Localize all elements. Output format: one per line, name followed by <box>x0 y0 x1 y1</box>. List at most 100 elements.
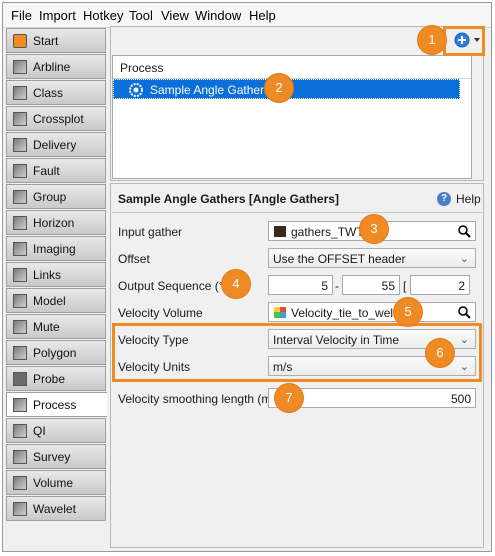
callout-6: 6 <box>426 339 454 367</box>
panel-title: Sample Angle Gathers [Angle Gathers] <box>118 192 339 206</box>
sidebar-item-label: Crossplot <box>33 112 84 126</box>
gathers-icon <box>274 226 286 237</box>
output-seq-start-field[interactable]: 5 <box>268 275 333 295</box>
sidebar-item-label: Probe <box>33 372 66 386</box>
callout-5: 5 <box>394 298 422 326</box>
callout-4: 4 <box>222 270 250 298</box>
output-seq-step-value: 2 <box>458 279 465 293</box>
sidebar-item-polygon[interactable]: Polygon <box>6 340 106 365</box>
sidebar-item-label: Wavelet <box>33 502 76 516</box>
output-seq-dash: - <box>335 279 339 293</box>
callout-1: 1 <box>418 26 446 54</box>
sidebar-item-survey[interactable]: Survey <box>6 444 106 469</box>
sidebar-item-model[interactable]: Model <box>6 288 106 313</box>
output-seq-end-field[interactable]: 55 <box>342 275 400 295</box>
menu-file[interactable]: File <box>11 8 32 23</box>
menu-tool[interactable]: Tool <box>129 8 153 23</box>
output-seq-end-value: 55 <box>381 279 395 293</box>
volume-cube-icon <box>274 307 286 318</box>
output-sequence-label: Output Sequence (°) <box>118 279 228 293</box>
sidebar-item-label: Survey <box>33 450 71 464</box>
volume-icon <box>13 476 27 490</box>
menu-import[interactable]: Import <box>39 8 76 23</box>
crossplot-icon <box>13 112 27 126</box>
process-list[interactable]: Process Sample Angle Gathers <box>112 55 472 179</box>
velocity-volume-value: Velocity_tie_to_wells <box>291 306 402 320</box>
highlight-add-button <box>443 26 485 56</box>
sidebar-item-label: Horizon <box>33 216 75 230</box>
sidebar-item-label: Links <box>33 268 62 282</box>
output-seq-step-field[interactable]: 2 <box>410 275 470 295</box>
fault-icon <box>13 164 27 178</box>
menu-view[interactable]: View <box>161 8 189 23</box>
group-icon <box>13 190 27 204</box>
sidebar-item-label: Delivery <box>33 138 77 152</box>
search-icon[interactable] <box>458 225 471 238</box>
output-seq-bracket: [ <box>403 279 407 293</box>
model-icon <box>13 294 27 308</box>
process-list-header: Process <box>113 56 471 79</box>
process-icon <box>13 398 27 412</box>
output-seq-start-value: 5 <box>321 279 328 293</box>
links-icon <box>13 268 27 282</box>
class-icon <box>13 86 27 100</box>
sidebar-item-label: Process <box>33 398 77 412</box>
velocity-volume-field[interactable]: Velocity_tie_to_wells <box>268 302 476 322</box>
qi-icon <box>13 424 27 438</box>
help-icon[interactable]: ? <box>437 192 451 206</box>
sidebar-item-wavelet[interactable]: Wavelet <box>6 496 106 521</box>
sidebar-item-label: Group <box>33 190 67 204</box>
callout-2: 2 <box>265 74 293 102</box>
sidebar-item-mute[interactable]: Mute <box>6 314 106 339</box>
callout-3: 3 <box>360 215 388 243</box>
sidebar-item-qi[interactable]: QI <box>6 418 106 443</box>
divider <box>112 212 482 213</box>
mute-icon <box>13 320 27 334</box>
gear-icon <box>129 83 143 97</box>
input-gather-label: Input gather <box>118 225 183 239</box>
sidebar-item-group[interactable]: Group <box>6 184 106 209</box>
menu-help[interactable]: Help <box>249 8 276 23</box>
sidebar-item-horizon[interactable]: Horizon <box>6 210 106 235</box>
sidebar-item-label: Imaging <box>33 242 76 256</box>
offset-select[interactable]: Use the OFFSET header ⌄ <box>268 248 476 268</box>
sidebar-item-start[interactable]: Start <box>6 28 106 53</box>
sidebar-item-links[interactable]: Links <box>6 262 106 287</box>
chevron-down-icon: ⌄ <box>459 253 469 265</box>
sidebar-item-label: Fault <box>33 164 60 178</box>
menu-hotkey[interactable]: Hotkey <box>83 8 123 23</box>
smoothing-value: 500 <box>450 392 471 406</box>
sidebar-item-fault[interactable]: Fault <box>6 158 106 183</box>
menu-window[interactable]: Window <box>195 8 241 23</box>
process-column-label: Process <box>120 61 164 75</box>
polygon-icon <box>13 346 27 360</box>
sidebar-item-arbline[interactable]: Arbline <box>6 54 106 79</box>
imaging-icon <box>13 242 27 256</box>
sidebar-item-class[interactable]: Class <box>6 80 106 105</box>
sidebar-item-label: Start <box>33 34 59 48</box>
arbline-icon <box>13 60 27 74</box>
velocity-volume-label: Velocity Volume <box>118 306 203 320</box>
sidebar-item-label: Arbline <box>33 60 71 74</box>
menu-bar: File Import Hotkey Tool View Window Help <box>3 3 491 28</box>
search-icon[interactable] <box>458 306 471 319</box>
delivery-icon <box>13 138 27 152</box>
probe-icon <box>13 372 27 386</box>
sidebar-item-delivery[interactable]: Delivery <box>6 132 106 157</box>
callout-7: 7 <box>275 384 303 412</box>
sidebar-item-probe[interactable]: Probe <box>6 366 106 391</box>
sidebar-item-volume[interactable]: Volume <box>6 470 106 495</box>
sidebar-item-label: QI <box>33 424 46 438</box>
sidebar-item-label: Polygon <box>33 346 77 360</box>
sidebar-item-process[interactable]: Process <box>6 392 107 417</box>
survey-icon <box>13 450 27 464</box>
help-link[interactable]: Help <box>456 192 481 206</box>
smoothing-label: Velocity smoothing length (ms) <box>118 392 282 406</box>
start-icon <box>13 34 27 48</box>
sidebar-item-crossplot[interactable]: Crossplot <box>6 106 106 131</box>
input-gather-value: gathers_TWT <box>291 225 364 239</box>
sidebar: Start Arbline Class Crossplot Delivery Fault G… <box>6 28 108 522</box>
sidebar-item-imaging[interactable]: Imaging <box>6 236 106 261</box>
process-row-label: Sample Angle Gathers <box>150 83 271 97</box>
sidebar-item-label: Mute <box>33 320 60 334</box>
